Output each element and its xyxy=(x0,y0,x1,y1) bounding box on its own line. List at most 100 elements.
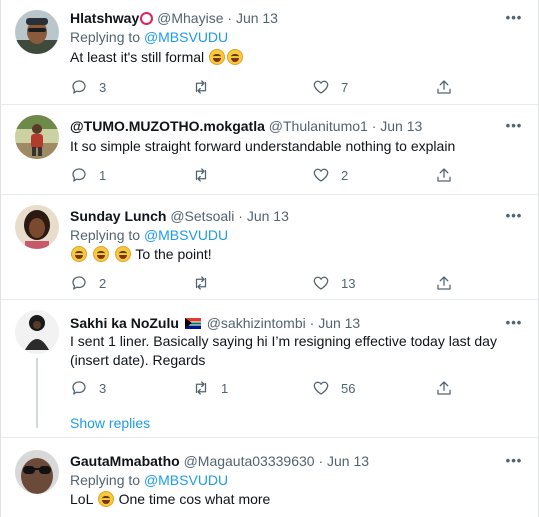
like-count: 56 xyxy=(341,380,356,396)
tweet-actions: 3 7 xyxy=(70,77,470,97)
tweet-header: Hlatshway @Mhayise · Jun 13 xyxy=(70,9,498,27)
heart-icon xyxy=(313,80,329,94)
retweet-icon xyxy=(195,168,207,182)
tweet-actions: 2 13 xyxy=(70,273,470,293)
retweet-icon xyxy=(195,276,207,290)
replying-to: Replying to @MBSVUDU xyxy=(70,471,228,489)
share-button[interactable] xyxy=(435,273,453,293)
display-name[interactable]: Sunday Lunch xyxy=(70,208,166,224)
user-handle[interactable]: @sakhizintombi xyxy=(207,315,306,331)
like-count: 7 xyxy=(341,79,349,95)
avatar[interactable] xyxy=(15,115,59,159)
replying-to-label: Replying to xyxy=(70,29,144,45)
mention-link[interactable]: @MBSVUDU xyxy=(144,472,228,488)
separator-dot: · xyxy=(309,315,315,331)
heart-icon xyxy=(313,381,329,395)
tweet-text: One time cos what more xyxy=(114,491,271,507)
share-button[interactable] xyxy=(435,77,453,97)
avatar[interactable] xyxy=(15,310,59,354)
retweet-button[interactable] xyxy=(192,165,221,185)
tweet-sakhi[interactable]: Sakhi ka NoZulu @sakhizintombi · Jun 13 … xyxy=(1,300,538,437)
tweet-tumo[interactable]: @TUMO.MUZOTHO.mokgatla @Thulanitumo1 · J… xyxy=(1,105,538,194)
tweet-header: @TUMO.MUZOTHO.mokgatla @Thulanitumo1 · J… xyxy=(70,117,498,135)
tweet-date[interactable]: Jun 13 xyxy=(247,208,289,224)
retweet-button[interactable]: 1 xyxy=(192,378,228,398)
tweet-date[interactable]: Jun 13 xyxy=(380,118,422,134)
reply-icon xyxy=(72,381,86,395)
display-name[interactable]: Sakhi ka NoZulu xyxy=(70,315,179,331)
tweet-text-block: LoL One time cos what more xyxy=(70,490,516,509)
retweet-icon xyxy=(195,381,207,395)
reply-count: 2 xyxy=(99,275,107,291)
like-count: 13 xyxy=(341,275,356,291)
replying-to: Replying to @MBSVUDU xyxy=(70,226,228,244)
rolling-on-floor-laughing-icon xyxy=(92,246,109,262)
display-name[interactable]: @TUMO.MUZOTHO.mokgatla xyxy=(70,118,265,134)
show-replies-link[interactable]: Show replies xyxy=(70,415,150,431)
tweet-text-block: I sent 1 liner. Basically saying hi I’m … xyxy=(70,332,516,370)
avatar[interactable] xyxy=(15,450,59,494)
more-options-icon[interactable]: ••• xyxy=(504,454,524,474)
tweet-text: I sent 1 liner. Basically saying hi I’m … xyxy=(70,333,497,368)
heart-icon xyxy=(313,276,329,290)
reply-icon xyxy=(72,80,86,94)
mention-link[interactable]: @MBSVUDU xyxy=(144,29,228,45)
display-name[interactable]: Hlatshway xyxy=(70,10,139,26)
share-button[interactable] xyxy=(435,378,453,398)
rolling-on-floor-laughing-icon xyxy=(114,246,131,262)
share-icon xyxy=(437,80,451,94)
like-button[interactable]: 13 xyxy=(312,273,355,293)
tweet-date[interactable]: Jun 13 xyxy=(236,10,278,26)
reply-count: 3 xyxy=(99,380,107,396)
tweet-text-block: To the point! xyxy=(70,245,516,264)
tweet-text: It so simple straight forward understand… xyxy=(70,138,456,154)
red-circle-icon xyxy=(140,12,154,25)
retweet-icon xyxy=(195,80,207,94)
replying-to-label: Replying to xyxy=(70,227,144,243)
replying-to-label: Replying to xyxy=(70,472,144,488)
reply-button[interactable]: 2 xyxy=(70,273,106,293)
like-button[interactable]: 2 xyxy=(312,165,348,185)
rolling-on-floor-laughing-icon xyxy=(227,49,244,65)
reply-button[interactable]: 3 xyxy=(70,77,106,97)
user-handle[interactable]: @Setsoali xyxy=(170,208,234,224)
tweet-date[interactable]: Jun 13 xyxy=(318,315,360,331)
heart-icon xyxy=(313,168,329,182)
tweet-header: Sakhi ka NoZulu @sakhizintombi · Jun 13 xyxy=(70,314,498,332)
tweet-header: Sunday Lunch @Setsoali · Jun 13 xyxy=(70,207,498,225)
thread-line xyxy=(36,358,38,428)
more-options-icon[interactable]: ••• xyxy=(504,11,524,31)
user-handle[interactable]: @Mhayise xyxy=(157,10,223,26)
avatar[interactable] xyxy=(15,205,59,249)
tweet-actions: 3 1 56 xyxy=(70,378,470,398)
mention-link[interactable]: @MBSVUDU xyxy=(144,227,228,243)
retweet-button[interactable] xyxy=(192,77,221,97)
like-button[interactable]: 56 xyxy=(312,378,355,398)
separator-dot: · xyxy=(227,10,233,26)
display-name[interactable]: GautaMmabatho xyxy=(70,453,180,469)
tweet-actions: 1 2 xyxy=(70,165,470,185)
retweet-button[interactable] xyxy=(192,273,221,293)
share-button[interactable] xyxy=(435,165,453,185)
user-handle[interactable]: @Thulanitumo1 xyxy=(269,118,368,134)
tweet-text-block: It so simple straight forward understand… xyxy=(70,137,516,156)
tweet-gauta[interactable]: GautaMmabatho @Magauta03339630 · Jun 13 … xyxy=(1,438,538,517)
face-with-tears-of-joy-icon xyxy=(209,49,226,65)
tweet-hlatshway[interactable]: Hlatshway @Mhayise · Jun 13 ••• Replying… xyxy=(1,0,538,104)
retweet-count: 1 xyxy=(221,380,229,396)
tweet-sunday-lunch[interactable]: Sunday Lunch @Setsoali · Jun 13 ••• Repl… xyxy=(1,195,538,299)
reply-count: 1 xyxy=(99,167,107,183)
avatar[interactable] xyxy=(15,10,59,54)
more-options-icon[interactable]: ••• xyxy=(504,209,524,229)
tweet-header: GautaMmabatho @Magauta03339630 · Jun 13 xyxy=(70,452,498,470)
share-icon xyxy=(437,168,451,182)
reply-button[interactable]: 1 xyxy=(70,165,106,185)
tweet-text-block: At least it's still formal xyxy=(70,48,516,67)
user-handle[interactable]: @Magauta03339630 xyxy=(184,453,315,469)
tweet-text-prefix: LoL xyxy=(70,491,97,507)
tweet-date[interactable]: Jun 13 xyxy=(327,453,369,469)
reply-button[interactable]: 3 xyxy=(70,378,106,398)
south-africa-flag-icon xyxy=(184,318,201,329)
like-button[interactable]: 7 xyxy=(312,77,348,97)
replying-to: Replying to @MBSVUDU xyxy=(70,28,228,46)
